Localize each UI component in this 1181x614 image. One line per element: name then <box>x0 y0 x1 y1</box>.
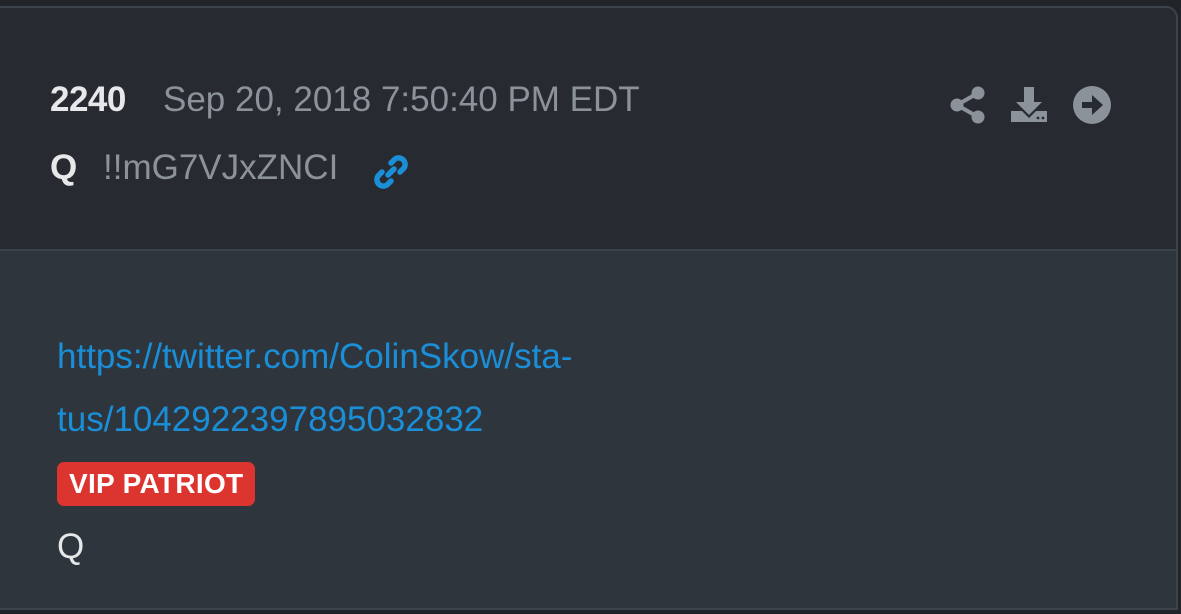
post-signature: Q <box>57 527 85 566</box>
post-date: Sep 20, 2018 7:50:40 PM EDT <box>163 80 640 119</box>
post-card: 2240 Sep 20, 2018 7:50:40 PM EDT Q !!mG7… <box>0 6 1178 610</box>
tweet-link-line-1: https://twitter.com/ColinSkow/sta- <box>57 337 573 376</box>
share-icon[interactable] <box>948 85 988 125</box>
post-tripcode: !!mG7VJxZNCI <box>103 148 339 187</box>
tweet-link-line-2: tus/1042922397895032832 <box>57 400 484 439</box>
tweet-link[interactable]: https://twitter.com/ColinSkow/sta- tus/1… <box>57 325 757 451</box>
arrow-circle-right-icon[interactable] <box>1072 85 1112 125</box>
post-number: 2240 <box>50 80 126 119</box>
post-author: Q <box>50 148 78 187</box>
post-body: https://twitter.com/ColinSkow/sta- tus/1… <box>0 251 1176 608</box>
link-icon[interactable] <box>370 151 412 193</box>
vip-badge: VIP PATRIOT <box>57 462 256 506</box>
download-icon[interactable] <box>1009 85 1049 125</box>
post-header: 2240 Sep 20, 2018 7:50:40 PM EDT Q !!mG7… <box>0 8 1176 251</box>
